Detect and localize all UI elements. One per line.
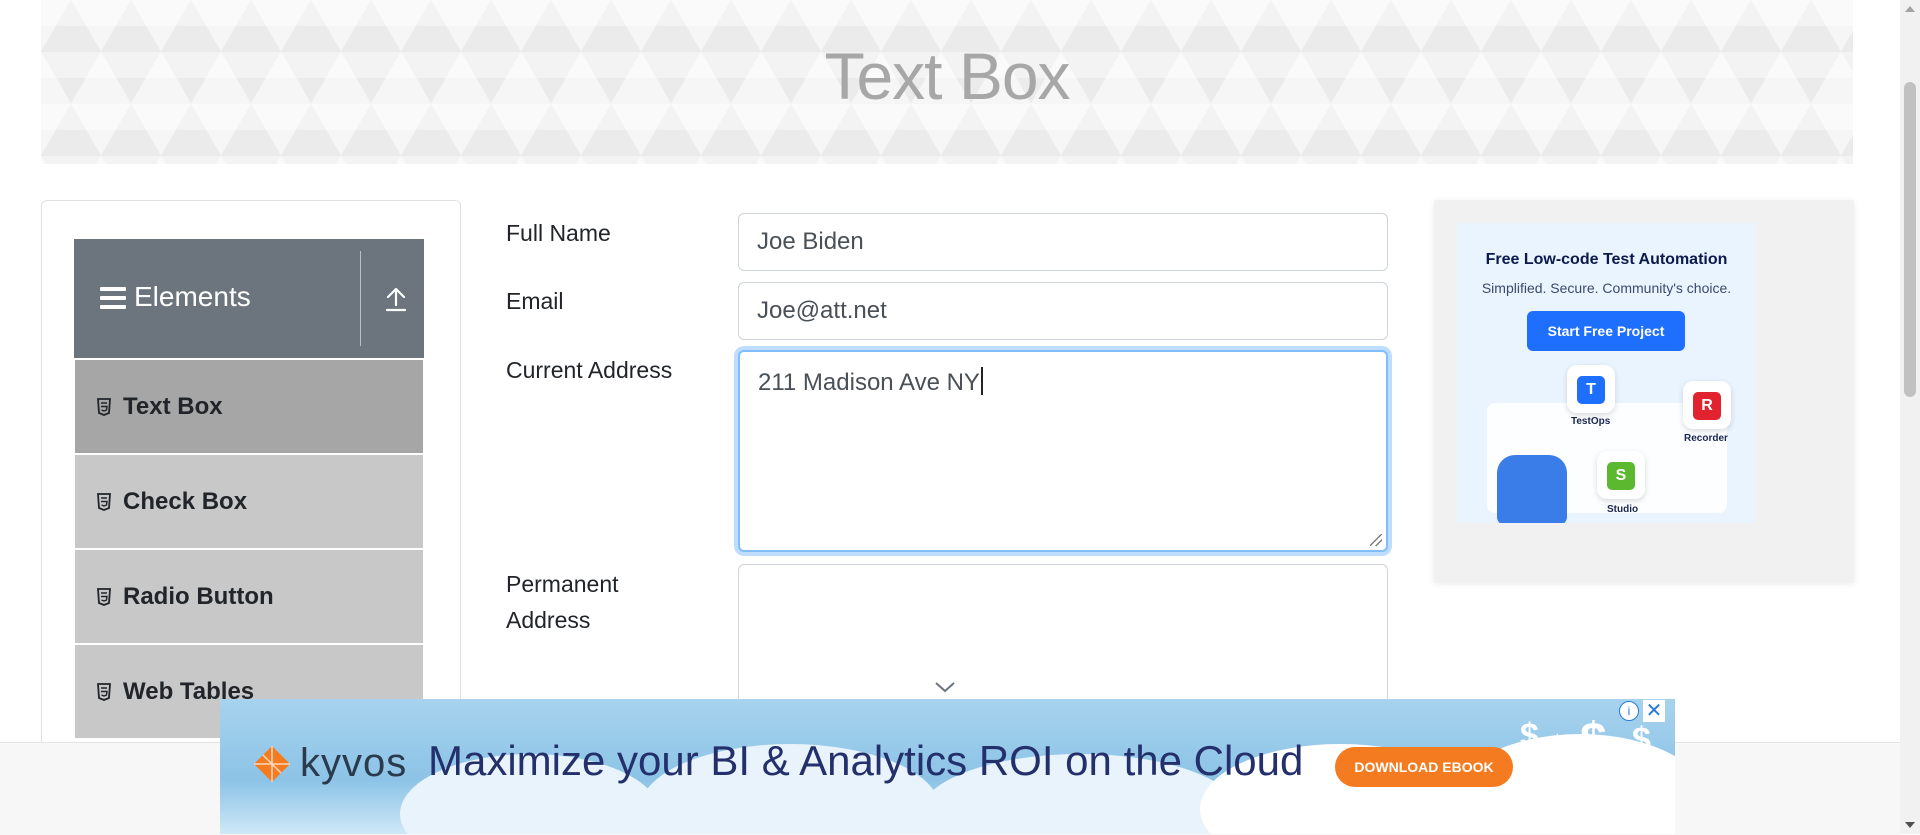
scroll-up-arrow-icon[interactable] xyxy=(1905,6,1915,12)
sidebar-item-label: Text Box xyxy=(123,392,223,420)
testops-tile: T xyxy=(1567,365,1615,413)
studio-letter: S xyxy=(1607,462,1635,491)
kyvos-logo-icon xyxy=(254,745,290,782)
dollar-sign-graphic: $ xyxy=(1632,721,1651,759)
sidebar-group-title: Elements xyxy=(134,281,251,312)
full-name-label: Full Name xyxy=(506,220,611,246)
dollar-sign-graphic: $ xyxy=(1580,714,1607,767)
recorder-caption: Recorder xyxy=(1684,433,1728,444)
scroll-down-arrow-icon[interactable] xyxy=(1905,822,1915,828)
html5-icon xyxy=(97,397,111,416)
permanent-address-label: Permanent Address xyxy=(506,566,619,638)
html5-icon xyxy=(97,492,111,511)
chevron-down-icon[interactable] xyxy=(934,680,956,694)
dollar-sign-graphic: $ xyxy=(1550,729,1565,759)
studio-tile: S xyxy=(1597,451,1645,499)
studio-caption: Studio xyxy=(1607,504,1639,515)
vertical-scrollbar[interactable] xyxy=(1900,0,1920,834)
text-caret xyxy=(980,367,983,395)
start-free-project-button[interactable]: Start Free Project xyxy=(1527,311,1685,351)
testops-caption: TestOps xyxy=(1571,416,1611,427)
email-value: Joe@att.net xyxy=(757,297,887,324)
sidebar-item-label: Radio Button xyxy=(123,582,274,610)
current-address-label: Current Address xyxy=(506,357,673,383)
side-ad-banner[interactable]: Free Low-code Test Automation Simplified… xyxy=(1457,223,1756,523)
ad-info-icon[interactable]: i xyxy=(1619,701,1639,721)
permanent-address-label-line1: Permanent xyxy=(506,571,619,597)
scrollbar-thumb[interactable] xyxy=(1904,82,1916,397)
sidebar-item-radio-button[interactable]: Radio Button xyxy=(75,550,423,645)
page-header-banner: Text Box xyxy=(41,0,1853,164)
sidebar-item-text-box[interactable]: Text Box xyxy=(75,360,423,455)
current-address-textarea[interactable]: 211 Madison Ave NY xyxy=(738,350,1388,552)
permanent-address-label-line2: Address xyxy=(506,607,591,633)
robot-illustration xyxy=(1497,455,1567,523)
sidebar-group-elements[interactable]: Elements xyxy=(74,239,424,358)
full-name-input[interactable]: Joe Biden xyxy=(738,213,1388,271)
side-ad-title: Free Low-code Test Automation xyxy=(1485,251,1728,268)
recorder-letter: R xyxy=(1693,392,1721,421)
full-name-value: Joe Biden xyxy=(757,228,864,255)
bottom-ad-headline: Maximize your BI & Analytics ROI on the … xyxy=(428,737,1304,784)
hamburger-icon xyxy=(100,287,126,309)
permanent-address-textarea[interactable] xyxy=(738,564,1388,704)
resize-handle[interactable] xyxy=(1370,534,1382,546)
kyvos-brand-text: kyvos xyxy=(300,741,408,785)
collapse-upload-icon[interactable] xyxy=(384,285,408,313)
email-label: Email xyxy=(506,288,564,314)
recorder-tile: R xyxy=(1683,381,1731,429)
html5-icon xyxy=(97,587,111,606)
group-header-divider xyxy=(360,251,361,346)
side-ad-subtitle: Simplified. Secure. Community's choice. xyxy=(1481,280,1732,296)
download-ebook-button[interactable]: DOWNLOAD EBOOK xyxy=(1335,747,1513,787)
bottom-ad-banner[interactable]: kyvos Maximize your BI & Analytics ROI o… xyxy=(220,699,1675,834)
dollar-sign-graphic: $ xyxy=(1615,755,1630,785)
testops-letter: T xyxy=(1577,376,1605,405)
kyvos-logo: kyvos xyxy=(252,741,407,786)
html5-icon xyxy=(97,682,111,701)
email-input[interactable]: Joe@att.net xyxy=(738,282,1388,340)
current-address-value: 211 Madison Ave NY xyxy=(758,369,980,396)
dollar-sign-graphic: $ xyxy=(1520,717,1539,755)
ad-close-icon[interactable]: ✕ xyxy=(1643,700,1665,722)
sidebar-item-label: Check Box xyxy=(123,487,248,515)
sidebar-item-check-box[interactable]: Check Box xyxy=(75,455,423,550)
page-title: Text Box xyxy=(824,39,1070,113)
